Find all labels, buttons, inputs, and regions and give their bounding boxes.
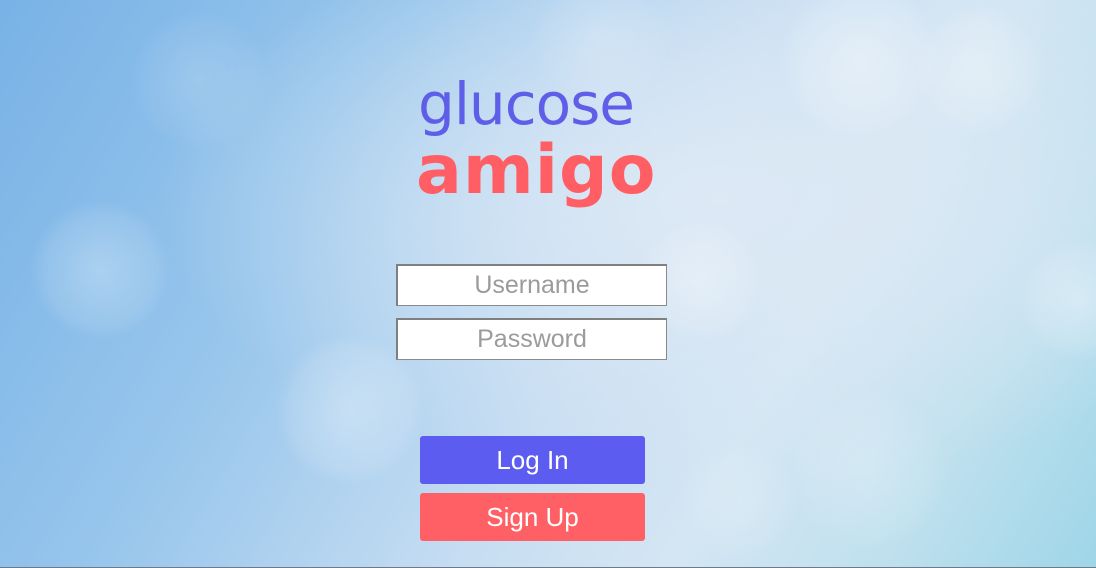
logo-text-glucose: glucose: [418, 70, 635, 138]
username-input[interactable]: [396, 264, 667, 306]
logo-text-amigo: amigo: [416, 131, 657, 210]
signup-button[interactable]: Sign Up: [420, 493, 645, 541]
login-button[interactable]: Log In: [420, 436, 645, 484]
password-input[interactable]: [396, 318, 667, 360]
app-logo: glucose amigo: [416, 70, 656, 220]
